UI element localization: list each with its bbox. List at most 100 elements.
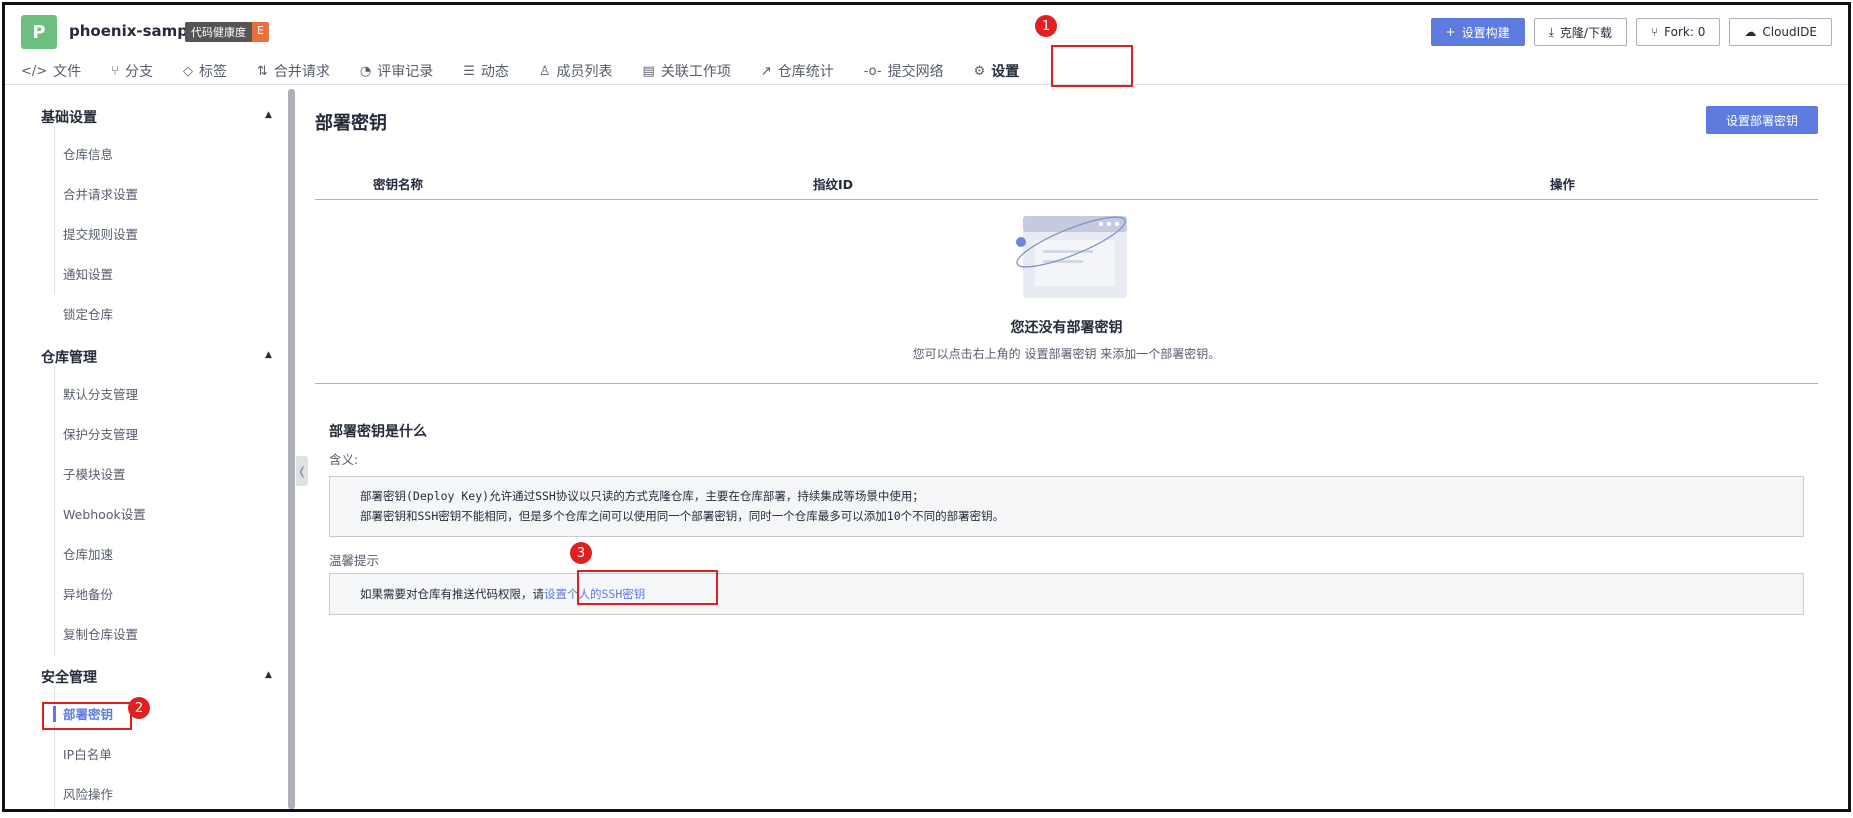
- tab-work-items[interactable]: ▤ 关联工作项: [643, 57, 731, 85]
- annotation-box-ssh-link: [577, 570, 718, 605]
- header-actions: + 设置构建 ⤓ 克隆/下载 ⑂ Fork: 0 ☁ CloudIDE: [1430, 18, 1832, 46]
- sidebar-item-commit-rules[interactable]: 提交规则设置: [63, 224, 138, 243]
- sidebar-item-replicate-repo[interactable]: 复制仓库设置: [63, 624, 138, 643]
- health-badge[interactable]: 代码健康度 E: [185, 22, 269, 42]
- nav-guide-line: [54, 366, 55, 656]
- annotation-box-settings: [1051, 45, 1133, 87]
- fork-label: Fork: 0: [1664, 25, 1706, 39]
- sidebar-scrollbar[interactable]: [288, 89, 295, 809]
- app-window: P phoenix-sample 代码健康度 E + 设置构建 ⤓ 克隆/下载 …: [2, 2, 1851, 812]
- meaning-line-1: 部署密钥(Deploy Key)允许通过SSH协议以只读的方式克隆仓库，主要在仓…: [360, 489, 924, 503]
- plus-icon: +: [1445, 25, 1456, 39]
- collapse-sidebar-icon[interactable]: ❬: [296, 456, 308, 486]
- tab-label: 成员列表: [556, 64, 613, 80]
- commit-network-icon: -o-: [863, 63, 882, 79]
- tab-label: 提交网络: [887, 64, 944, 80]
- activity-icon: ☰: [463, 63, 475, 79]
- nav-guide-line: [54, 126, 55, 294]
- tab-label: 合并请求: [273, 64, 330, 80]
- col-actions: 操作: [1550, 177, 1576, 192]
- cloud-icon: ☁: [1744, 25, 1757, 39]
- health-label: 代码健康度: [185, 22, 252, 42]
- repo-name[interactable]: phoenix-sample: [69, 22, 203, 40]
- tip-label: 温馨提示: [329, 553, 380, 568]
- tab-label: 设置: [991, 64, 1020, 80]
- tab-label: 仓库统计: [777, 64, 834, 80]
- clone-download-label: 克隆/下载: [1559, 25, 1612, 40]
- caret-up-icon[interactable]: ▲: [265, 670, 272, 680]
- review-icon: ◔: [359, 63, 372, 79]
- clone-download-button[interactable]: ⤓ 克隆/下载: [1533, 18, 1627, 46]
- tab-files[interactable]: </> 文件: [21, 57, 81, 85]
- cloudide-button[interactable]: ☁ CloudIDE: [1729, 18, 1832, 46]
- tab-label: 动态: [480, 64, 509, 80]
- caret-up-icon[interactable]: ▲: [265, 110, 272, 120]
- col-fingerprint: 指纹ID: [813, 177, 854, 192]
- meaning-box: 部署密钥(Deploy Key)允许通过SSH协议以只读的方式克隆仓库，主要在仓…: [329, 476, 1804, 537]
- tab-reviews[interactable]: ◔ 评审记录: [360, 57, 433, 85]
- tab-label: 评审记录: [377, 64, 434, 80]
- code-icon: </>: [21, 63, 48, 79]
- sidebar-item-risky-ops[interactable]: 风险操作: [63, 784, 113, 803]
- group-title-security[interactable]: 安全管理: [41, 667, 97, 687]
- section-divider: [315, 383, 1818, 384]
- page-title: 部署密钥: [315, 113, 387, 134]
- fork-icon: ⑂: [1650, 25, 1659, 39]
- tab-merge-requests[interactable]: ⇅ 合并请求: [257, 57, 330, 85]
- tab-members[interactable]: ♙ 成员列表: [539, 57, 613, 85]
- annotation-badge-1: 1: [1035, 15, 1057, 37]
- tab-settings[interactable]: ⚙ 设置: [974, 57, 1020, 85]
- gear-icon: ⚙: [973, 63, 986, 79]
- sidebar-item-ip-whitelist[interactable]: IP白名单: [63, 744, 112, 763]
- tab-branches[interactable]: ⑂ 分支: [111, 57, 153, 85]
- branch-icon: ⑂: [111, 63, 119, 79]
- sidebar-item-submodules[interactable]: 子模块设置: [63, 464, 126, 483]
- repo-header: P phoenix-sample 代码健康度 E + 设置构建 ⤓ 克隆/下载 …: [5, 5, 1848, 85]
- what-is-deploy-key-title: 部署密钥是什么: [329, 424, 427, 440]
- tab-tags[interactable]: ◇ 标签: [183, 57, 227, 85]
- annotation-box-deploy-keys: [42, 702, 132, 730]
- empty-state-illustration: [1016, 216, 1127, 298]
- tab-label: 分支: [124, 64, 153, 80]
- sidebar-item-merge-settings[interactable]: 合并请求设置: [63, 184, 138, 203]
- merge-request-icon: ⇅: [256, 63, 268, 79]
- sidebar-item-notifications[interactable]: 通知设置: [63, 264, 113, 283]
- tab-label: 关联工作项: [660, 64, 731, 80]
- tab-stats[interactable]: ↗ 仓库统计: [761, 57, 834, 85]
- sidebar-item-webhook[interactable]: Webhook设置: [63, 504, 146, 523]
- setup-build-button[interactable]: + 设置构建: [1430, 18, 1525, 46]
- sidebar-item-protected-branch[interactable]: 保护分支管理: [63, 424, 138, 443]
- main-content: 部署密钥 设置部署密钥 密钥名称 指纹ID 操作 您还没有部署密钥 您可以点击右…: [315, 86, 1848, 809]
- empty-state-description: 您可以点击右上角的 设置部署密钥 来添加一个部署密钥。: [912, 347, 1221, 361]
- add-deploy-key-button[interactable]: 设置部署密钥: [1705, 106, 1818, 134]
- sidebar-item-default-branch[interactable]: 默认分支管理: [63, 384, 138, 403]
- tab-label: 文件: [53, 64, 82, 80]
- group-title-basic[interactable]: 基础设置: [41, 107, 97, 127]
- health-grade: E: [252, 22, 269, 42]
- workitem-icon: ▤: [642, 63, 655, 79]
- fork-button[interactable]: ⑂ Fork: 0: [1635, 18, 1721, 46]
- keys-table-header: 密钥名称 指纹ID 操作: [315, 166, 1818, 200]
- repo-tabs: </> 文件 ⑂ 分支 ◇ 标签 ⇅ 合并请求 ◔ 评审记录 ☰ 动态 ♙ 成员列表 ▤ 关联工…: [21, 57, 1049, 85]
- meaning-line-2: 部署密钥和SSH密钥不能相同，但是多个仓库之间可以使用同一个部署密钥，同时一个仓…: [360, 509, 1005, 523]
- tip-text: 如果需要对仓库有推送代码权限，请: [360, 587, 544, 601]
- empty-state-title: 您还没有部署密钥: [1010, 320, 1123, 336]
- tab-label: 标签: [198, 64, 227, 80]
- caret-up-icon[interactable]: ▲: [265, 350, 272, 360]
- tab-commit-network[interactable]: -o- 提交网络: [864, 57, 944, 85]
- annotation-badge-2: 2: [128, 697, 150, 719]
- sidebar-item-repo-info[interactable]: 仓库信息: [63, 144, 113, 163]
- annotation-badge-3: 3: [570, 542, 592, 564]
- sidebar-item-offsite-backup[interactable]: 异地备份: [63, 584, 113, 603]
- repo-avatar: P: [21, 15, 57, 49]
- stats-icon: ↗: [760, 63, 772, 79]
- group-title-repo-mgmt[interactable]: 仓库管理: [41, 347, 97, 367]
- tab-activity[interactable]: ☰ 动态: [463, 57, 509, 85]
- members-icon: ♙: [538, 63, 551, 79]
- cloudide-label: CloudIDE: [1762, 25, 1817, 39]
- sidebar-item-repo-acceleration[interactable]: 仓库加速: [63, 544, 113, 563]
- meaning-label: 含义:: [329, 452, 359, 467]
- tag-icon: ◇: [182, 63, 193, 79]
- sidebar-item-lock-repo[interactable]: 锁定仓库: [63, 304, 113, 323]
- setup-build-label: 设置构建: [1461, 25, 1510, 40]
